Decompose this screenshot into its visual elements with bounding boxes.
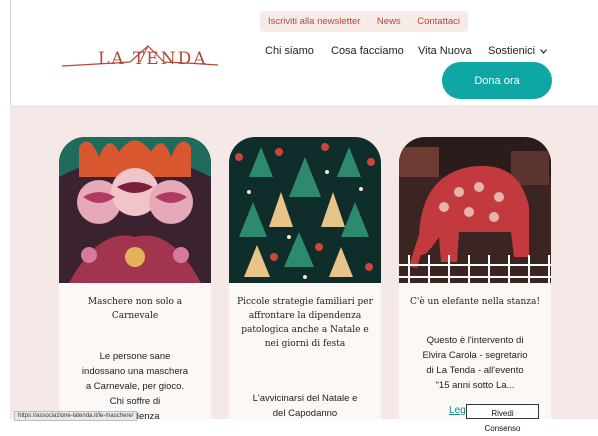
excerpt-line: Elvira Carola - segretario [422, 350, 528, 361]
excerpt-line: "15 anni sotto La... [435, 380, 515, 391]
excerpt-line: Questo è l'intervento di [426, 335, 524, 346]
article-card[interactable]: C'è un elefante nella stanza! Questo è l… [399, 137, 551, 419]
card-excerpt: Questo è l'intervento di Elvira Carola -… [409, 333, 541, 393]
card-title[interactable]: C'è un elefante nella stanza! [407, 295, 543, 309]
elephant-sculpture-image [399, 137, 551, 283]
excerpt-line: Chi soffre di [109, 396, 161, 407]
excerpt-line: L'avvicinarsi del Natale e [252, 393, 358, 404]
excerpt-line: a Carnevale, per gioco. [85, 381, 185, 392]
nav-item-chi-siamo[interactable]: Chi siamo [265, 45, 314, 57]
carnival-masks-image [59, 137, 211, 283]
logo-wordmark: LA TENDA [98, 49, 208, 69]
nav-item-sostienici-label: Sostienici [488, 45, 536, 57]
excerpt-line: di La Tenda - all'evento [426, 365, 524, 376]
card-excerpt: L'avvicinarsi del Natale e del Capodanno [239, 391, 371, 419]
article-card[interactable]: Piccole strategie familiari per affronta… [229, 137, 381, 419]
newsletter-link[interactable]: Iscriviti alla newsletter [268, 16, 360, 27]
nav-item-vita-nuova[interactable]: Vita Nuova [418, 45, 472, 57]
cookie-consent-button[interactable]: Rivedi Consenso [466, 404, 539, 433]
nav-item-sostienici[interactable]: Sostienici [488, 45, 548, 57]
card-title[interactable]: Maschere non solo a Carnevale [67, 295, 203, 323]
nav-item-cosa-facciamo[interactable]: Cosa facciamo [331, 45, 404, 57]
card-excerpt: Le persone sane indossano una maschera a… [69, 349, 201, 419]
contact-link[interactable]: Contattaci [417, 16, 460, 27]
card-title[interactable]: Piccole strategie familiari per affronta… [237, 295, 373, 351]
chevron-down-icon [540, 48, 548, 54]
donate-button[interactable]: Dona ora [442, 62, 552, 99]
excerpt-line: Le persone sane [99, 351, 171, 362]
article-card[interactable]: Maschere non solo a Carnevale Le persone… [59, 137, 211, 419]
christmas-trees-image [229, 137, 381, 283]
browser-status-url: https://associazione-latenda.it/le-masch… [14, 411, 138, 421]
top-utility-nav: Iscriviti alla newsletter News Contattac… [260, 11, 468, 32]
excerpt-line: del Capodanno [272, 408, 338, 419]
excerpt-line: indossano una maschera [81, 366, 189, 377]
news-link[interactable]: News [377, 16, 401, 27]
site-logo[interactable]: LA TENDA [60, 40, 220, 74]
